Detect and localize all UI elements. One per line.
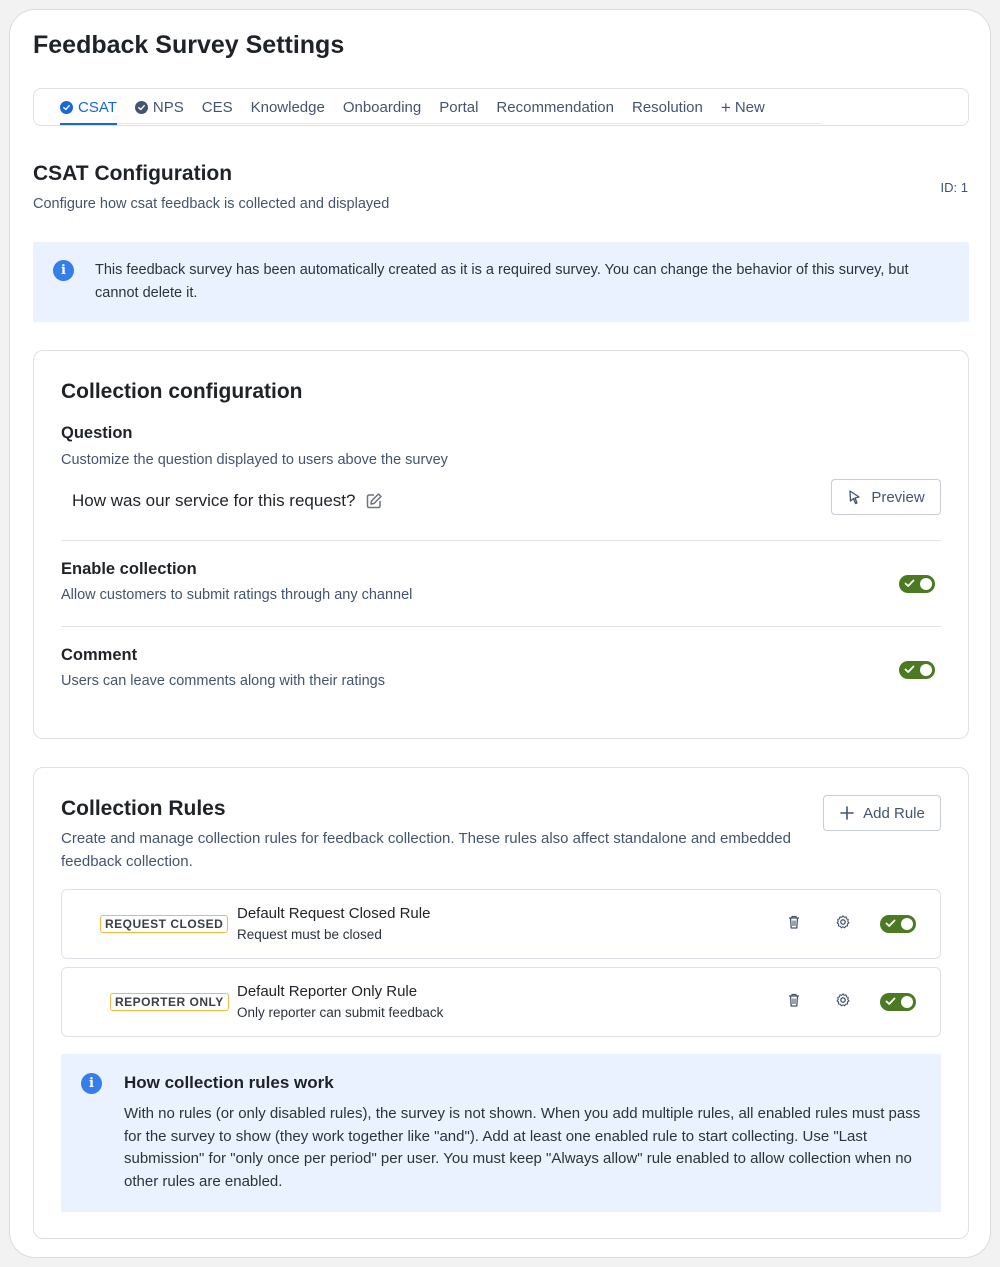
check-icon bbox=[885, 919, 896, 927]
rule-title: Default Reporter Only Rule bbox=[237, 983, 418, 1000]
help-title: How collection rules work bbox=[124, 1073, 334, 1092]
tab-label: Onboarding bbox=[342, 98, 422, 116]
page-title: Feedback Survey Settings bbox=[33, 31, 345, 59]
card-title: Collection configuration bbox=[61, 380, 303, 403]
info-icon: i bbox=[53, 260, 74, 281]
check-circle-icon bbox=[134, 100, 148, 114]
tab-ces[interactable]: CES bbox=[202, 89, 233, 125]
rule-subtitle: Only reporter can submit feedback bbox=[237, 1005, 444, 1020]
tab-label: CES bbox=[201, 98, 233, 116]
question-label: Question bbox=[61, 424, 133, 442]
survey-id: ID: 1 bbox=[940, 180, 968, 195]
trash-icon[interactable] bbox=[786, 914, 802, 930]
tab-onboarding[interactable]: Onboarding bbox=[343, 89, 421, 125]
tab-resolution[interactable]: Resolution bbox=[632, 89, 703, 125]
settings-window: Feedback Survey Settings CSAT NPS CES Kn… bbox=[9, 9, 991, 1258]
tab-label: Portal bbox=[439, 98, 479, 116]
collection-rules-description: Create and manage collection rules for f… bbox=[61, 830, 791, 870]
enable-collection-toggle[interactable] bbox=[899, 575, 935, 593]
tab-label: CSAT bbox=[78, 98, 117, 116]
plus-icon bbox=[840, 806, 854, 820]
info-banner: i This feedback survey has been automati… bbox=[33, 242, 969, 322]
question-description: Customize the question displayed to user… bbox=[61, 452, 448, 468]
check-icon bbox=[904, 665, 915, 673]
tab-label: New bbox=[734, 98, 765, 116]
preview-button[interactable]: Preview bbox=[831, 479, 941, 515]
tab-label: NPS bbox=[152, 98, 184, 116]
tab-csat[interactable]: CSAT bbox=[60, 89, 117, 125]
question-text: How was our service for this request? bbox=[72, 491, 356, 510]
collection-rules-card: Collection Rules Create and manage colle… bbox=[33, 767, 969, 1239]
pointer-icon bbox=[849, 490, 860, 505]
plus-icon: + bbox=[720, 97, 731, 117]
tab-portal[interactable]: Portal bbox=[439, 89, 478, 125]
gear-icon[interactable] bbox=[835, 914, 851, 930]
question-value[interactable]: How was our service for this request? bbox=[72, 491, 383, 511]
card-title: Collection Rules bbox=[61, 797, 226, 820]
preview-label: Preview bbox=[871, 488, 925, 506]
tab-knowledge[interactable]: Knowledge bbox=[251, 89, 325, 125]
collection-configuration-card: Collection configuration Question Custom… bbox=[33, 350, 969, 739]
section-title: CSAT Configuration bbox=[33, 162, 233, 185]
survey-tabs: CSAT NPS CES Knowledge Onboarding Portal… bbox=[33, 88, 969, 126]
rule-row[interactable]: REPORTER ONLY Default Reporter Only Rule… bbox=[61, 967, 941, 1037]
divider bbox=[61, 626, 941, 627]
check-circle-icon bbox=[60, 100, 73, 114]
trash-icon[interactable] bbox=[786, 992, 802, 1008]
comment-toggle[interactable] bbox=[899, 661, 935, 679]
gear-icon[interactable] bbox=[835, 992, 851, 1008]
check-icon bbox=[904, 579, 915, 587]
rules-help-panel: i How collection rules work With no rule… bbox=[61, 1054, 941, 1212]
help-text: With no rules (or only disabled rules), … bbox=[124, 1105, 921, 1190]
edit-icon[interactable] bbox=[365, 492, 383, 510]
rule-subtitle: Request must be closed bbox=[237, 927, 382, 942]
rule-toggle[interactable] bbox=[880, 915, 916, 933]
enable-collection-label: Enable collection bbox=[61, 560, 197, 578]
rule-toggle[interactable] bbox=[880, 993, 916, 1011]
section-subtitle: Configure how csat feedback is collected… bbox=[33, 196, 390, 212]
enable-collection-description: Allow customers to submit ratings throug… bbox=[61, 587, 413, 603]
add-rule-button[interactable]: Add Rule bbox=[823, 795, 941, 831]
tab-label: Resolution bbox=[631, 98, 703, 116]
rule-row[interactable]: REQUEST CLOSED Default Request Closed Ru… bbox=[61, 889, 941, 959]
tab-nps[interactable]: NPS bbox=[134, 89, 184, 125]
comment-description: Users can leave comments along with thei… bbox=[61, 673, 385, 689]
check-icon bbox=[885, 997, 896, 1005]
banner-text: This feedback survey has been automatica… bbox=[95, 262, 909, 301]
status-badge: REQUEST CLOSED bbox=[100, 915, 229, 933]
rule-title: Default Request Closed Rule bbox=[237, 905, 431, 922]
tab-label: Recommendation bbox=[496, 98, 614, 116]
tab-recommendation[interactable]: Recommendation bbox=[496, 89, 614, 125]
add-rule-label: Add Rule bbox=[863, 804, 925, 822]
tab-label: Knowledge bbox=[250, 98, 325, 116]
status-badge: REPORTER ONLY bbox=[110, 993, 229, 1011]
info-icon: i bbox=[81, 1073, 102, 1094]
comment-label: Comment bbox=[61, 646, 138, 664]
tab-new[interactable]: + New bbox=[721, 89, 765, 125]
divider bbox=[61, 540, 941, 541]
